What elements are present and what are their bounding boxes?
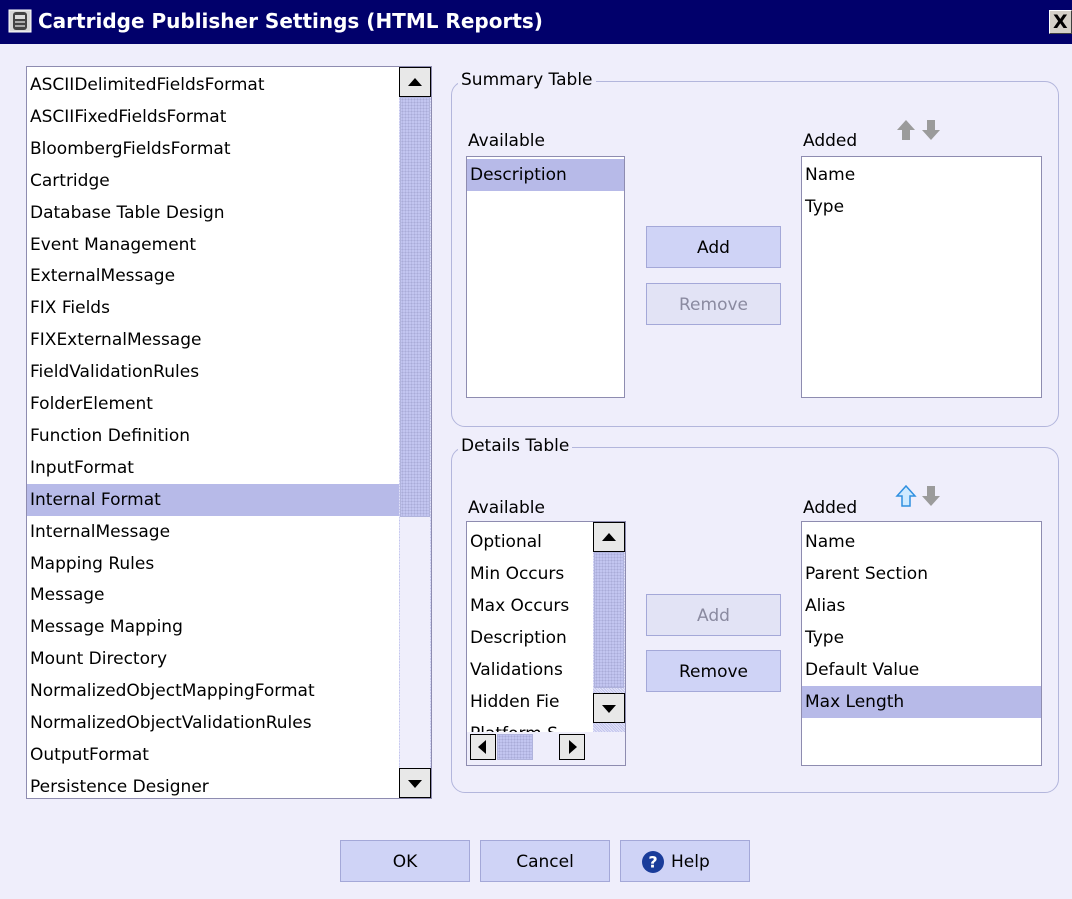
list-item[interactable]: Event Management <box>27 229 399 261</box>
cancel-label: Cancel <box>516 852 574 872</box>
details-available-hscroll-thumb[interactable] <box>497 734 533 760</box>
summary-add-button[interactable]: Add <box>646 226 781 268</box>
title-bar: Cartridge Publisher Settings (HTML Repor… <box>0 0 1072 44</box>
move-down-icon[interactable] <box>920 118 942 142</box>
list-item[interactable]: ASCIIFixedFieldsFormat <box>27 101 399 133</box>
list-item[interactable]: Hidden Fie <box>467 686 592 718</box>
scroll-left-button[interactable] <box>470 734 496 760</box>
list-item[interactable]: Parent Section <box>802 558 1041 590</box>
scroll-right-button[interactable] <box>559 734 585 760</box>
summary-remove-label: Remove <box>679 295 748 315</box>
scroll-down-button[interactable] <box>399 768 431 798</box>
list-item[interactable]: BloombergFieldsFormat <box>27 133 399 165</box>
summary-available-label: Available <box>468 131 545 151</box>
help-button[interactable]: ? Help <box>620 840 750 882</box>
list-item[interactable]: FieldValidationRules <box>27 356 399 388</box>
list-item[interactable]: ExternalMessage <box>27 260 399 292</box>
list-item[interactable]: Max Occurs <box>467 590 592 622</box>
app-icon <box>8 9 32 33</box>
list-item[interactable]: NormalizedObjectValidationRules <box>27 707 399 739</box>
svg-text:?: ? <box>648 853 657 872</box>
list-item[interactable]: Name <box>802 159 1041 191</box>
list-item[interactable]: Max Length <box>802 686 1041 718</box>
scroll-down-button[interactable] <box>593 693 625 723</box>
details-added-label: Added <box>803 498 858 518</box>
close-button[interactable]: X <box>1049 10 1072 34</box>
ok-button[interactable]: OK <box>340 840 470 882</box>
list-item[interactable]: Description <box>467 622 592 654</box>
list-item[interactable]: FIXExternalMessage <box>27 324 399 356</box>
summary-available-list[interactable]: Description <box>466 156 625 398</box>
list-item[interactable]: Mapping Rules <box>27 548 399 580</box>
scroll-track-empty <box>400 517 430 768</box>
summary-add-label: Add <box>697 238 730 258</box>
list-item[interactable]: Name <box>802 526 1041 558</box>
list-item[interactable]: Persistence Designer <box>27 771 399 798</box>
details-remove-label: Remove <box>679 662 748 682</box>
list-item[interactable]: Type <box>802 622 1041 654</box>
list-item[interactable]: NormalizedObjectMappingFormat <box>27 675 399 707</box>
list-item[interactable]: ASCIIDelimitedFieldsFormat <box>27 69 399 101</box>
move-up-icon[interactable] <box>895 118 917 142</box>
summary-added-label: Added <box>803 131 858 151</box>
list-item[interactable]: Type <box>802 191 1041 223</box>
summary-added-list[interactable]: Name Type <box>801 156 1042 398</box>
ok-label: OK <box>392 852 418 872</box>
list-item[interactable]: Database Table Design <box>27 197 399 229</box>
scroll-up-button[interactable] <box>593 522 625 552</box>
list-item[interactable]: OutputFormat <box>27 739 399 771</box>
list-item[interactable]: InternalMessage <box>27 516 399 548</box>
window-title: Cartridge Publisher Settings (HTML Repor… <box>38 9 543 33</box>
cancel-button[interactable]: Cancel <box>480 840 610 882</box>
details-remove-button[interactable]: Remove <box>646 650 781 692</box>
list-item[interactable]: Optional <box>467 526 592 558</box>
list-item[interactable]: Description <box>467 159 624 191</box>
details-table-label: Details Table <box>458 436 573 456</box>
details-available-vscroll-thumb[interactable] <box>594 552 624 688</box>
details-available-list[interactable]: Optional Min Occurs Max Occurs Description V… <box>466 521 626 766</box>
help-icon: ? <box>642 851 664 873</box>
scroll-up-button[interactable] <box>399 67 431 97</box>
list-item[interactable]: FIX Fields <box>27 292 399 324</box>
list-item[interactable]: FolderElement <box>27 388 399 420</box>
list-item[interactable]: Cartridge <box>27 165 399 197</box>
summary-remove-button[interactable]: Remove <box>646 283 781 325</box>
help-label: Help <box>671 852 710 872</box>
details-add-button[interactable]: Add <box>646 594 781 636</box>
list-item[interactable]: Alias <box>802 590 1041 622</box>
list-item[interactable]: Mount Directory <box>27 643 399 675</box>
move-down-icon[interactable] <box>920 484 942 508</box>
details-available-label: Available <box>468 498 545 518</box>
close-icon: X <box>1053 11 1068 33</box>
list-item[interactable]: InputFormat <box>27 452 399 484</box>
list-item[interactable]: Function Definition <box>27 420 399 452</box>
list-item[interactable]: Internal Format <box>27 483 399 516</box>
details-add-label: Add <box>697 606 730 626</box>
types-list-scroll-thumb[interactable] <box>400 97 430 517</box>
list-item[interactable]: Message <box>27 579 399 611</box>
summary-table-label: Summary Table <box>458 70 596 90</box>
move-up-icon[interactable] <box>895 484 917 508</box>
types-list[interactable]: ASCIIDelimitedFieldsFormat ASCIIFixedFiel… <box>26 66 432 799</box>
list-item[interactable]: Min Occurs <box>467 558 592 590</box>
list-item[interactable]: Message Mapping <box>27 611 399 643</box>
list-item[interactable]: Default Value <box>802 654 1041 686</box>
list-item[interactable]: Validations <box>467 654 592 686</box>
details-added-list[interactable]: Name Parent Section Alias Type Default Value… <box>801 521 1042 766</box>
